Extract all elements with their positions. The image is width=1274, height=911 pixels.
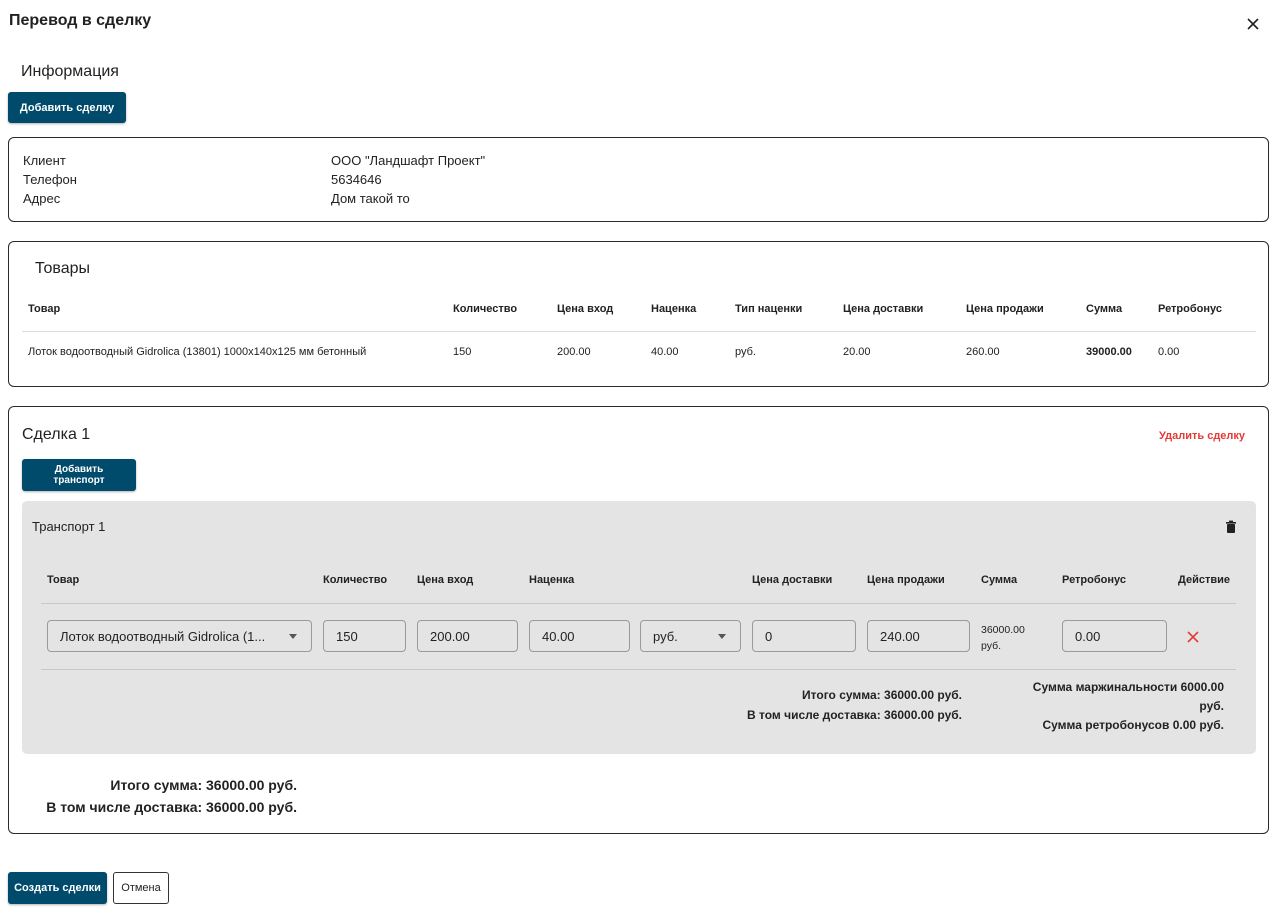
transport-col-product: Товар [47, 574, 80, 586]
deal-card: Сделка 1 Удалить сделку Добавить транспо… [8, 406, 1269, 834]
goods-col-product: Товар [28, 303, 61, 315]
goods-col-sale-price: Цена продажи [966, 303, 1044, 315]
deal-delivery-included: В том числе доставка: 36000.00 руб. [46, 799, 297, 815]
phone-value: 5634646 [331, 172, 382, 187]
goods-cell-product: Лоток водоотводный Gidrolica (13801) 100… [28, 346, 367, 358]
goods-cell-delivery: 20.00 [843, 346, 871, 358]
chevron-down-icon [718, 633, 726, 639]
goods-cell-retrobonus: 0.00 [1158, 346, 1180, 358]
goods-cell-markup: 40.00 [651, 346, 679, 358]
goods-col-retrobonus: Ретробонус [1158, 303, 1222, 315]
markup-type-select[interactable]: руб. [640, 620, 741, 652]
close-icon[interactable] [1243, 14, 1263, 34]
goods-col-markup-type: Тип наценки [735, 303, 803, 315]
client-label: Клиент [23, 153, 66, 168]
sale-price-input-field[interactable] [880, 628, 969, 644]
product-select-value: Лоток водоотводный Gidrolica (1... [60, 628, 266, 644]
row-sum-value: 36000.00 [981, 624, 1025, 636]
goods-cell-quantity: 150 [453, 346, 472, 358]
deal-total-sum: Итого сумма: 36000.00 руб. [110, 777, 297, 793]
goods-cell-markup-type: руб. [735, 346, 756, 358]
phone-label: Телефон [23, 172, 77, 187]
create-deals-button[interactable]: Создать сделки [8, 872, 107, 904]
transport-col-markup: Наценка [529, 574, 575, 586]
goods-card: Товары Товар Количество Цена вход Наценк… [8, 241, 1269, 387]
add-deal-button[interactable]: Добавить сделку [8, 92, 126, 123]
goods-col-delivery: Цена доставки [843, 303, 924, 315]
delivery-input[interactable] [752, 620, 856, 652]
transport-total-sum: Итого сумма: 36000.00 руб. [802, 688, 962, 702]
margin-sum-unit: руб. [1199, 699, 1224, 713]
address-label: Адрес [23, 191, 61, 206]
delete-deal-link[interactable]: Удалить сделку [1159, 430, 1245, 442]
quantity-input-field[interactable] [336, 628, 405, 644]
transport-col-sum: Сумма [981, 574, 1018, 586]
transport-col-quantity: Количество [323, 574, 388, 586]
dialog-title: Перевод в сделку [9, 12, 152, 29]
goods-header-divider [22, 331, 1256, 332]
transport-col-sale-price: Цена продажи [867, 574, 945, 586]
transport-panel: Транспорт 1 Товар Количество Цена вход Н… [22, 501, 1256, 754]
transport-col-retrobonus: Ретробонус [1062, 574, 1126, 586]
transport-col-delivery: Цена доставки [752, 574, 833, 586]
price-in-input-field[interactable] [430, 628, 517, 644]
transport-col-action: Действие [1178, 574, 1230, 586]
chevron-down-icon [289, 633, 297, 639]
delete-row-icon[interactable] [1185, 629, 1201, 645]
transport-header-divider [41, 603, 1236, 604]
markup-input[interactable] [529, 620, 630, 652]
price-in-input[interactable] [417, 620, 518, 652]
goods-cell-sale-price: 260.00 [966, 346, 1000, 358]
trash-icon[interactable] [1224, 520, 1238, 534]
transport-delivery-included: В том числе доставка: 36000.00 руб. [747, 708, 962, 722]
transport-row-divider [41, 669, 1236, 670]
goods-col-markup: Наценка [651, 303, 697, 315]
row-sum: 36000.00 руб. [981, 622, 1025, 654]
goods-cell-sum: 39000.00 [1086, 346, 1132, 358]
goods-col-quantity: Количество [453, 303, 518, 315]
retrobonus-input[interactable] [1062, 620, 1167, 652]
deal-title: Сделка 1 [22, 426, 91, 443]
product-select[interactable]: Лоток водоотводный Gidrolica (1... [47, 620, 312, 652]
address-value: Дом такой то [331, 191, 410, 206]
delivery-input-field[interactable] [765, 628, 855, 644]
goods-title: Товары [35, 260, 91, 277]
retrobonus-sum: Сумма ретробонусов 0.00 руб. [1042, 718, 1224, 732]
row-sum-unit: руб. [981, 640, 1002, 652]
goods-col-sum: Сумма [1086, 303, 1123, 315]
goods-col-price-in: Цена вход [557, 303, 614, 315]
quantity-input[interactable] [323, 620, 406, 652]
cancel-button[interactable]: Отмена [113, 872, 169, 904]
goods-cell-price-in: 200.00 [557, 346, 591, 358]
retrobonus-input-field[interactable] [1075, 628, 1166, 644]
margin-sum: Сумма маржинальности 6000.00 [1032, 680, 1224, 694]
add-transport-button[interactable]: Добавить транспорт [22, 459, 136, 491]
info-section-title: Информация [21, 63, 119, 80]
client-value: ООО "Ландшафт Проект" [331, 153, 486, 168]
transport-col-price-in: Цена вход [417, 574, 474, 586]
client-info-card: Клиент ООО "Ландшафт Проект" Телефон 563… [8, 137, 1269, 222]
sale-price-input[interactable] [867, 620, 970, 652]
transport-title: Транспорт 1 [32, 519, 106, 534]
markup-input-field[interactable] [542, 628, 629, 644]
markup-type-value: руб. [653, 628, 678, 644]
